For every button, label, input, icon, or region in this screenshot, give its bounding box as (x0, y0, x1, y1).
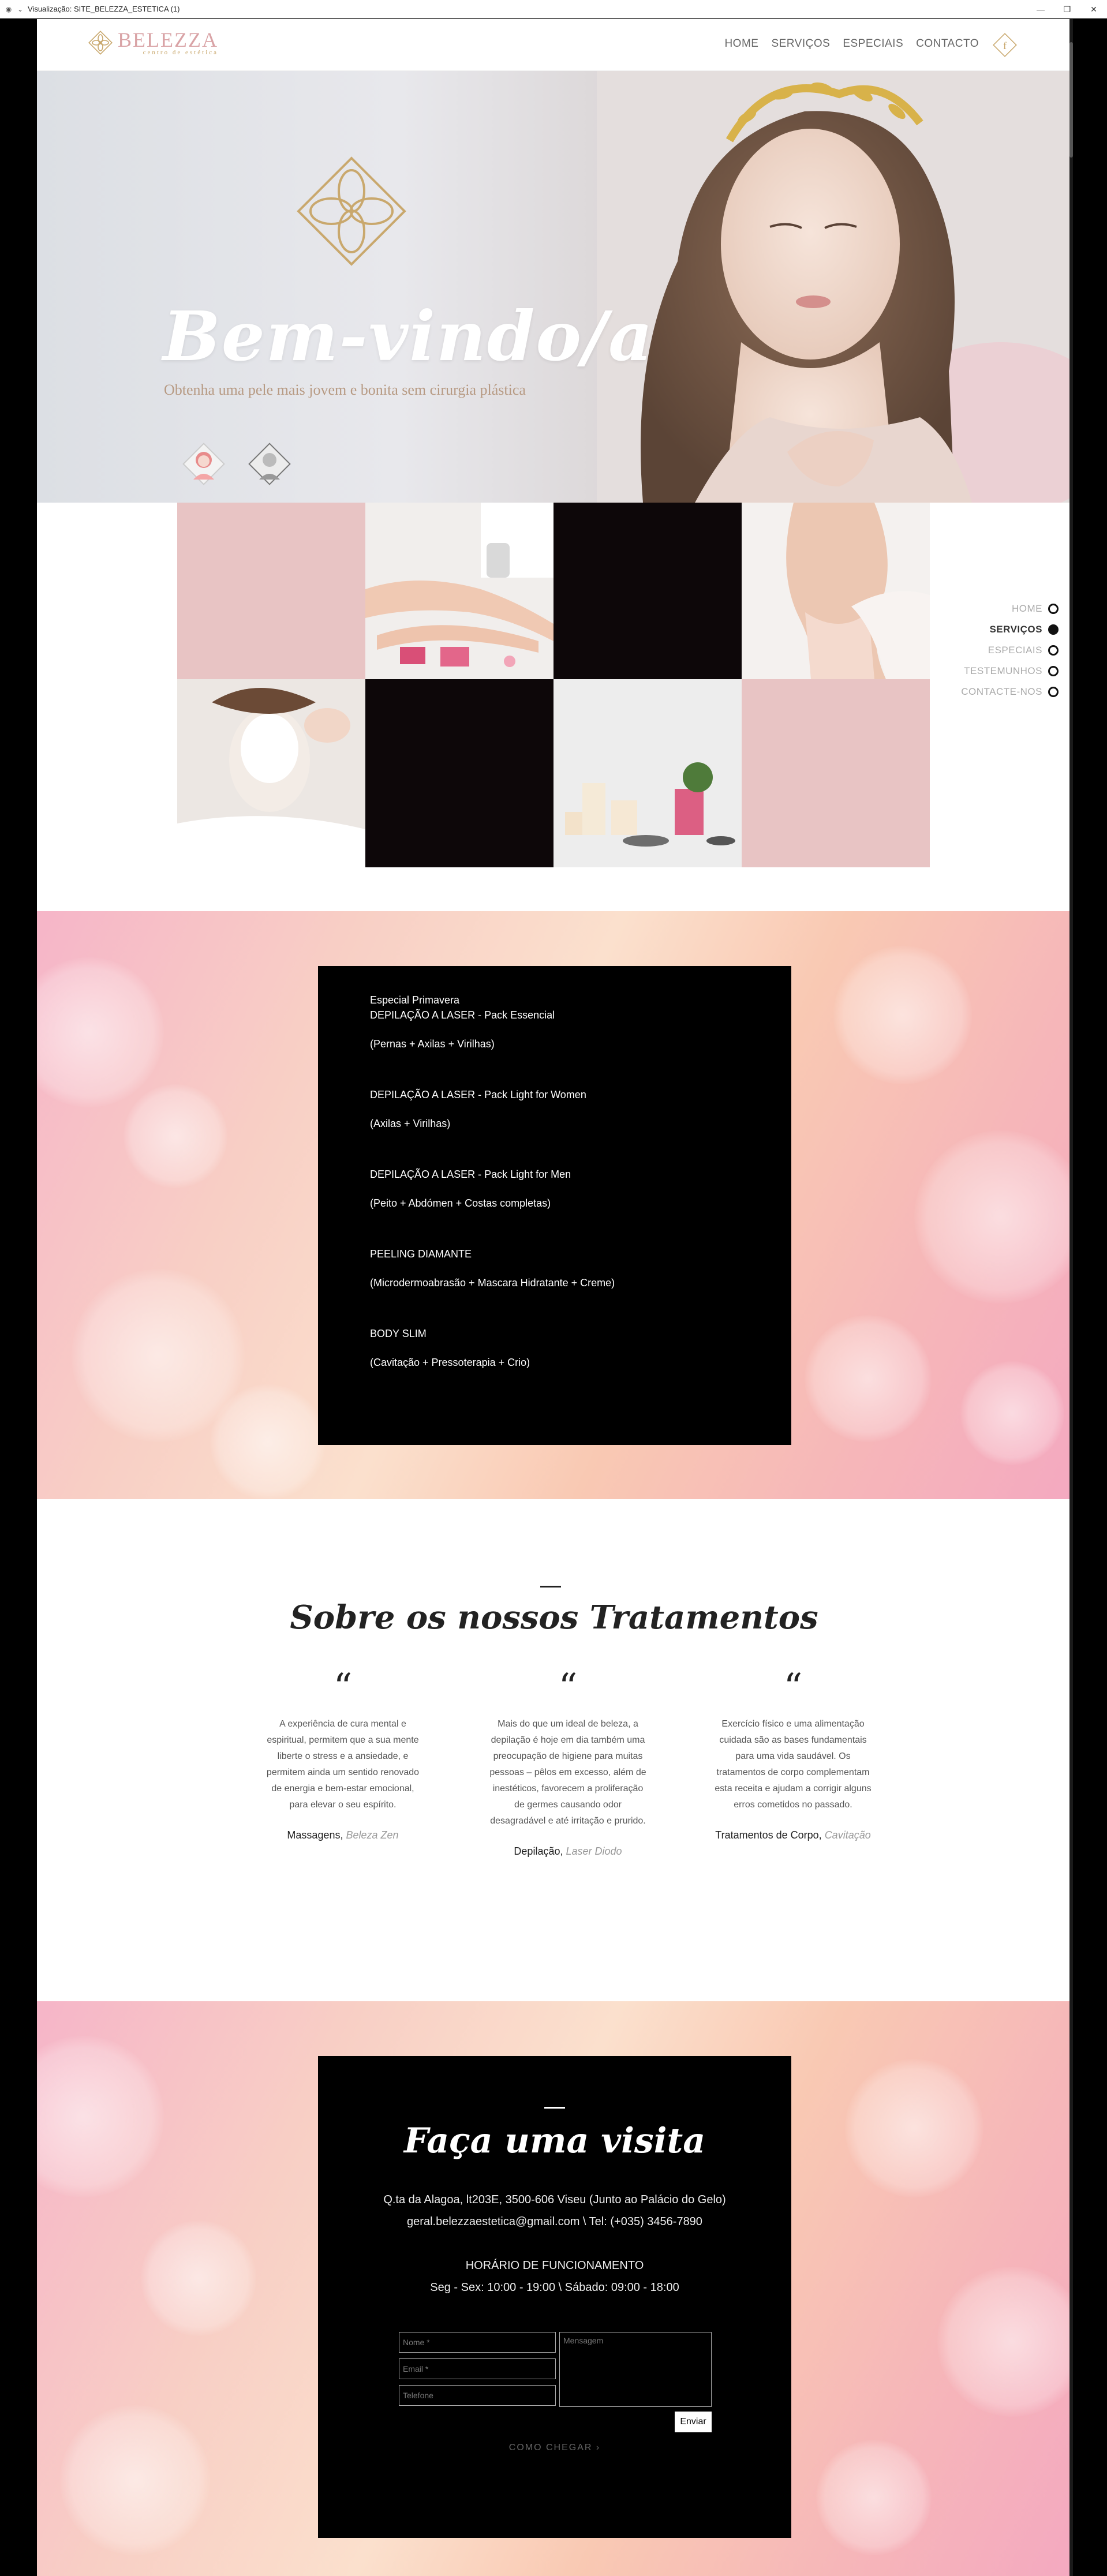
female-avatar-icon[interactable] (179, 439, 229, 489)
hero-emblem-icon (297, 156, 406, 266)
window-title: Visualização: SITE_BELEZZA_ESTETICA (1) (28, 5, 180, 13)
grid-tile-pink (177, 503, 365, 679)
nav-dot[interactable] (1048, 645, 1059, 656)
testimonial-text: Exercício físico e uma alimentação cuida… (715, 1719, 872, 1810)
dot-nav-home[interactable]: HOME (943, 598, 1059, 619)
nav-home[interactable]: HOME (724, 38, 758, 50)
phone-input[interactable]: Telefone (399, 2385, 556, 2406)
page: BELEZZA centro de estética HOME SERVIÇOS… (37, 19, 1071, 2576)
divider (540, 1586, 561, 1587)
special-item-name: DEPILAÇÃO A LASER - Pack Light for Men (370, 1169, 571, 1180)
dot-nav-servicos[interactable]: SERVIÇOS (943, 619, 1059, 640)
special-item-name: DEPILAÇÃO A LASER - Pack Essencial (370, 1009, 555, 1021)
opening-hours: Seg - Sex: 10:00 - 19:00 \ Sábado: 09:00… (430, 2281, 679, 2294)
brand-name: BELEZZA (118, 28, 218, 51)
testimonial-text: A experiência de cura mental e espiritua… (266, 1719, 420, 1810)
logo[interactable]: BELEZZA centro de estética (88, 29, 218, 56)
special-item-detail: (Pernas + Axilas + Virilhas) (370, 1038, 495, 1050)
quote-icon: “ (558, 1666, 578, 1709)
hero-banner: Bem-vindo/a Obtenha uma pele mais jovem … (37, 71, 1071, 503)
testimonial-source: Beleza Zen (346, 1829, 399, 1841)
window-titlebar: ◉ ⌄ Visualização: SITE_BELEZZA_ESTETICA … (0, 0, 1107, 18)
testimonial-source: Cavitação (824, 1829, 871, 1841)
about-treatments-section: Sobre os nossos Tratamentos “ A experiên… (37, 1499, 1071, 2001)
dot-nav-contacte-nos[interactable]: CONTACTE-NOS (943, 682, 1059, 702)
testimonial-author: Massagens, (287, 1829, 343, 1841)
contact-card: Faça uma visita Q.ta da Alagoa, lt203E, … (318, 2056, 791, 2538)
hours-title: HORÁRIO DE FUNCIONAMENTO (465, 2259, 644, 2272)
nav-servicos[interactable]: SERVIÇOS (771, 38, 830, 50)
spa-candles-image[interactable] (554, 679, 742, 867)
dot-nav-label: TESTEMUNHOS (964, 665, 1042, 676)
svg-text:f: f (1003, 40, 1007, 51)
laser-treatment-image[interactable] (365, 503, 554, 679)
section-dots-nav: HOME SERVIÇOS ESPECIAIS TESTEMUNHOS CONT… (943, 598, 1059, 702)
special-item-name: BODY SLIM (370, 1328, 427, 1339)
close-button[interactable]: ✕ (1080, 0, 1107, 18)
main-nav: HOME SERVIÇOS ESPECIAIS CONTACTO (724, 38, 979, 50)
nav-dot[interactable] (1048, 666, 1059, 676)
testimonial-text: Mais do que um ideal de beleza, a depila… (489, 1719, 646, 1826)
nav-dot-active[interactable] (1048, 624, 1059, 635)
special-item-detail: (Microdermoabrasão + Mascara Hidratante … (370, 1277, 615, 1289)
chevron-down-icon[interactable]: ⌄ (16, 5, 24, 13)
contact-address: Q.ta da Alagoa, lt203E, 3500-606 Viseu (… (383, 2193, 726, 2206)
specials-card: Especial Primavera DEPILAÇÃO A LASER - P… (318, 966, 791, 1445)
testimonial-card: “ Mais do que um ideal de beleza, a depi… (464, 1666, 672, 1858)
special-item-detail: (Peito + Abdómen + Costas completas) (370, 1197, 551, 1209)
site-header: BELEZZA centro de estética HOME SERVIÇOS… (37, 19, 1071, 71)
nav-especiais[interactable]: ESPECIAIS (843, 38, 903, 50)
contact-email-phone[interactable]: geral.belezzaestetica@gmail.com \ Tel: (… (318, 2215, 791, 2229)
facebook-icon[interactable]: f (992, 32, 1018, 58)
divider (544, 2107, 565, 2109)
testimonial-source: Laser Diodo (566, 1845, 622, 1857)
special-item-name: PEELING DIAMANTE (370, 1248, 472, 1260)
scrollbar[interactable] (1069, 19, 1073, 2576)
dot-nav-label: SERVIÇOS (989, 624, 1042, 635)
logo-emblem-icon (88, 31, 113, 55)
app-icon: ◉ (5, 5, 12, 13)
minimize-button[interactable]: — (1027, 0, 1054, 18)
services-grid (177, 503, 931, 867)
quote-icon: “ (783, 1666, 803, 1709)
dot-nav-label: CONTACTE-NOS (961, 686, 1042, 697)
grid-tile-black (554, 503, 742, 679)
maximize-button[interactable]: ❐ (1054, 0, 1080, 18)
nav-contacto[interactable]: CONTACTO (916, 38, 979, 50)
grid-tile-black (365, 679, 554, 867)
special-item-name: DEPILAÇÃO A LASER - Pack Light for Women (370, 1089, 586, 1100)
testimonial-card: “ Exercício físico e uma alimentação cui… (689, 1666, 897, 1858)
special-item-detail: (Cavitação + Pressoterapia + Crio) (370, 1357, 530, 1368)
specials-heading: Especial Primavera (370, 994, 460, 1006)
email-input[interactable]: Email * (399, 2358, 556, 2379)
facial-mask-image[interactable] (177, 679, 365, 867)
male-avatar-icon[interactable] (245, 439, 294, 489)
dot-nav-label: ESPECIAIS (988, 645, 1042, 656)
quote-icon: “ (333, 1666, 353, 1709)
contact-section: Faça uma visita Q.ta da Alagoa, lt203E, … (37, 2001, 1071, 2576)
testimonial-author: Tratamentos de Corpo, (715, 1829, 822, 1841)
name-input[interactable]: Nome * (399, 2332, 556, 2353)
nav-dot[interactable] (1048, 687, 1059, 697)
specials-section: Especial Primavera DEPILAÇÃO A LASER - P… (37, 911, 1071, 1501)
special-item-detail: (Axilas + Virilhas) (370, 1118, 451, 1129)
contact-title: Faça uma visita (403, 2121, 706, 2161)
testimonial-card: “ A experiência de cura mental e espirit… (239, 1666, 447, 1858)
hero-title: Bem-vindo/a (163, 296, 654, 376)
about-title: Sobre os nossos Tratamentos (290, 1598, 818, 1637)
body-treatment-image[interactable] (742, 503, 930, 679)
testimonial-author: Depilação, (514, 1845, 563, 1857)
dot-nav-label: HOME (1012, 603, 1042, 614)
directions-link[interactable]: COMO CHEGAR › (318, 2443, 791, 2453)
send-button[interactable]: Enviar (675, 2412, 712, 2432)
grid-tile-pink (742, 679, 930, 867)
hero-model-image (597, 71, 1071, 503)
message-textarea[interactable]: Mensagem (559, 2332, 712, 2407)
dot-nav-especiais[interactable]: ESPECIAIS (943, 640, 1059, 661)
scrollbar-thumb[interactable] (1069, 42, 1073, 158)
nav-dot[interactable] (1048, 604, 1059, 614)
hero-subtitle: Obtenha uma pele mais jovem e bonita sem… (164, 381, 526, 398)
dot-nav-testemunhos[interactable]: TESTEMUNHOS (943, 661, 1059, 682)
